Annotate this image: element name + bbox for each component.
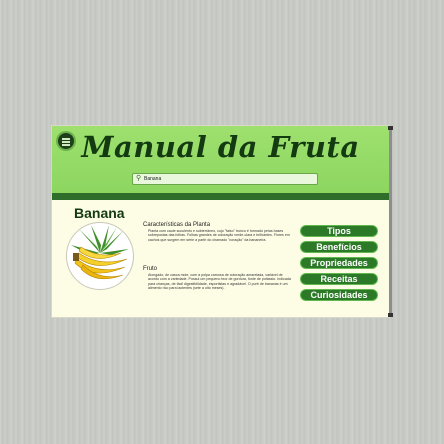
search-icon[interactable]: ⚲	[136, 175, 141, 183]
scroll-down-icon[interactable]	[388, 313, 393, 317]
search-input[interactable]	[144, 174, 312, 184]
page-title: Manual da Fruta	[81, 130, 360, 164]
scrollbar[interactable]	[388, 126, 393, 317]
nav-propriedades-button[interactable]: Propriedades	[300, 257, 378, 269]
side-navigation: Tipos Benefícios Propriedades Receitas C…	[300, 225, 378, 305]
header: Manual da Fruta ⚲	[52, 126, 389, 193]
nav-receitas-button[interactable]: Receitas	[300, 273, 378, 285]
header-divider	[52, 193, 389, 200]
fruit-description: Características da Planta Planta com cau…	[143, 222, 293, 290]
section-heading: Características da Planta	[143, 222, 211, 228]
banana-illustration	[66, 222, 134, 290]
section-heading: Fruto	[143, 266, 158, 272]
section-plant: Características da Planta Planta com cau…	[143, 222, 293, 242]
section-text: Planta com caule suculento e subterrâneo…	[148, 229, 290, 242]
nav-tipos-button[interactable]: Tipos	[300, 225, 378, 237]
app-window: Manual da Fruta ⚲ Banana Banana Caracter…	[52, 126, 389, 317]
search-box[interactable]: ⚲	[132, 173, 318, 185]
banana-icon	[71, 225, 129, 280]
section-text: Alongado, de casca mole, com a polpa car…	[148, 273, 291, 290]
nav-curiosidades-button[interactable]: Curiosidades	[300, 289, 378, 301]
scroll-up-icon[interactable]	[388, 126, 393, 130]
section-fruit: Fruto Alongado, de casca mole, com a pol…	[143, 266, 293, 290]
nav-beneficios-button[interactable]: Benefícios	[300, 241, 378, 253]
fruit-name: Banana	[74, 205, 125, 221]
